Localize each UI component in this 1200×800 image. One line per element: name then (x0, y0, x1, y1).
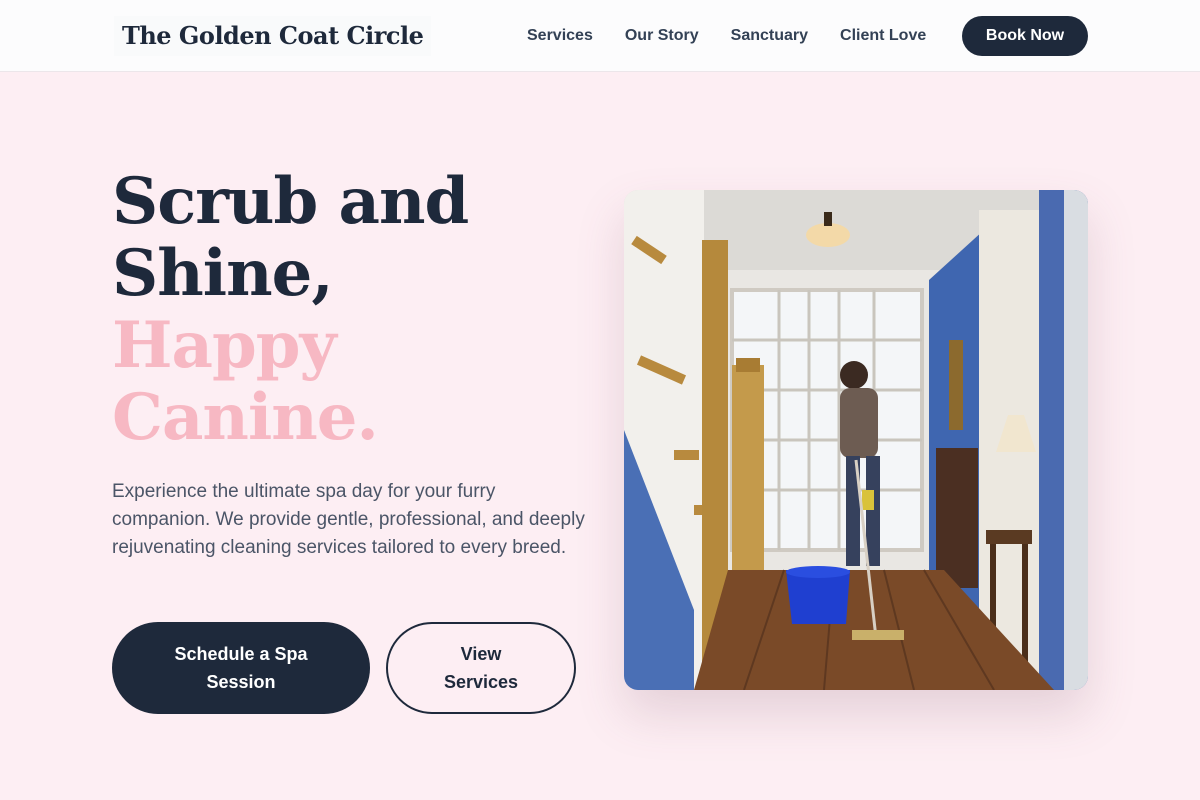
headline-line-accent: Happy (112, 308, 337, 383)
headline-line: Scrub and (112, 164, 469, 239)
headline-line: Shine, (112, 236, 334, 311)
nav-link-services[interactable]: Services (527, 27, 593, 45)
site-header: The Golden Coat Circle Services Our Stor… (0, 0, 1200, 72)
book-now-button[interactable]: Book Now (962, 16, 1088, 56)
hero-intro-text: Experience the ultimate spa day for your… (112, 481, 585, 558)
view-services-button[interactable]: View Services (386, 622, 576, 714)
headline-line-accent: Canine. (112, 380, 379, 455)
site-logo[interactable]: The Golden Coat Circle (114, 16, 432, 56)
hero-photo (624, 190, 1088, 690)
schedule-spa-session-button[interactable]: Schedule a Spa Session (112, 622, 370, 714)
nav-link-client-love[interactable]: Client Love (840, 27, 926, 45)
nav-link-our-story[interactable]: Our Story (625, 27, 699, 45)
hallway-cleaning-photo (624, 190, 1088, 690)
main-nav: Services Our Story Sanctuary Client Love (527, 0, 958, 72)
nav-link-sanctuary[interactable]: Sanctuary (731, 27, 808, 45)
hero-headline: Scrub and Shine, Happy Canine. (112, 164, 469, 455)
